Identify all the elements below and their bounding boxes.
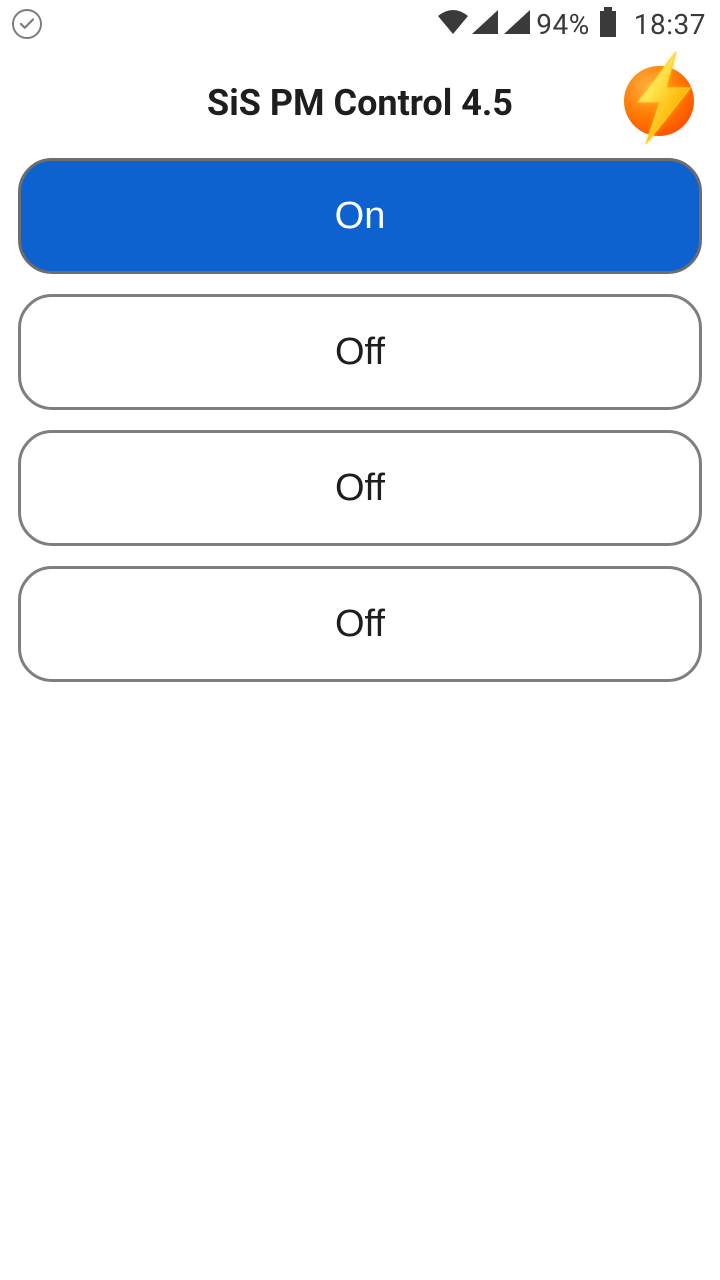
clock: 18:37 (634, 8, 706, 41)
signal-icon-1 (472, 8, 498, 41)
outlet-label: Off (335, 331, 385, 374)
battery-percent: 94% (536, 8, 589, 41)
wifi-icon (438, 8, 468, 41)
lightning-icon (620, 58, 702, 140)
outlet-button-1[interactable]: On (18, 158, 702, 274)
outlet-label: On (335, 195, 386, 238)
outlet-button-3[interactable]: Off (18, 430, 702, 546)
check-circle-icon (12, 9, 42, 39)
status-bar: 94% 18:37 (0, 0, 720, 48)
app-header: SiS PM Control 4.5 (0, 48, 720, 158)
status-right: 94% 18:37 (438, 8, 706, 41)
outlet-label: Off (335, 603, 385, 646)
status-left (12, 9, 42, 39)
app-title: SiS PM Control 4.5 (207, 82, 513, 124)
outlet-list: On Off Off Off (0, 158, 720, 682)
outlet-button-4[interactable]: Off (18, 566, 702, 682)
outlet-label: Off (335, 467, 385, 510)
signal-icon-2 (504, 8, 530, 41)
battery-icon (600, 11, 616, 37)
outlet-button-2[interactable]: Off (18, 294, 702, 410)
